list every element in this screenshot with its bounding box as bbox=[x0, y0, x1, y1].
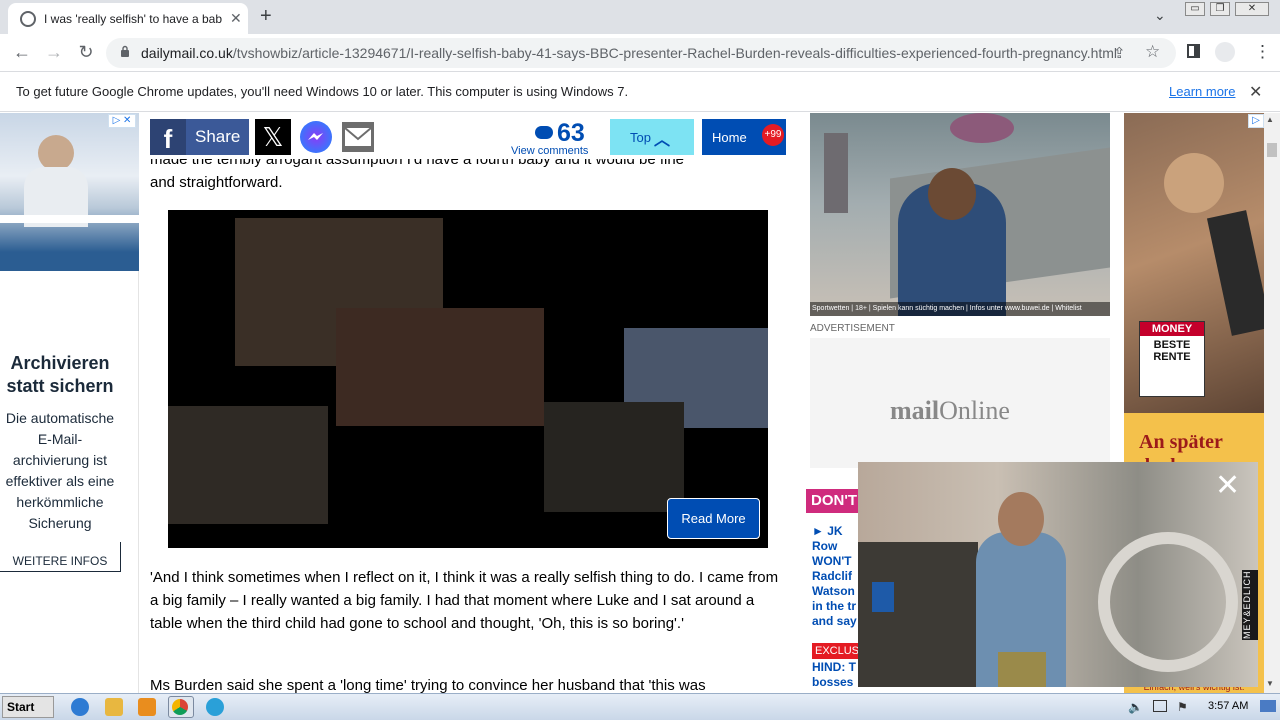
home-label[interactable]: Home bbox=[712, 130, 747, 145]
url-host: dailymail.co.uk bbox=[141, 45, 233, 61]
share-icon[interactable]: ⇪ bbox=[1113, 44, 1126, 62]
facebook-icon[interactable]: f bbox=[150, 119, 186, 155]
ie-icon[interactable] bbox=[71, 698, 89, 716]
learn-more-link[interactable]: Learn more bbox=[1169, 84, 1235, 99]
start-button[interactable]: Start bbox=[2, 696, 54, 718]
back-button[interactable]: ← bbox=[10, 42, 34, 63]
share-label[interactable]: Share bbox=[195, 127, 240, 147]
edge-icon[interactable] bbox=[206, 698, 224, 716]
street-advert-image[interactable] bbox=[810, 113, 1110, 316]
comment-icon[interactable] bbox=[535, 126, 553, 139]
star-icon[interactable]: ☆ bbox=[1145, 42, 1160, 62]
tab-close-icon[interactable]: ✕ bbox=[230, 10, 242, 27]
article-line-2: and straightforward. bbox=[150, 174, 283, 191]
explorer-icon[interactable] bbox=[105, 698, 123, 716]
article-paragraph: 'And I think sometimes when I reflect on… bbox=[150, 569, 779, 632]
video-thumb-man bbox=[544, 402, 684, 512]
tab-search-icon[interactable]: ⌄ bbox=[1154, 7, 1166, 24]
maximize-button[interactable]: ❐ bbox=[1210, 2, 1230, 16]
minimize-button[interactable]: ▭ bbox=[1185, 2, 1205, 16]
video-thumb-meeting bbox=[168, 406, 328, 524]
globe-icon bbox=[20, 11, 36, 27]
exclusive-badge: EXCLUS bbox=[812, 643, 858, 659]
dont-miss-story-link[interactable]: HIND: T bosses bbox=[812, 660, 860, 692]
scrollbar-thumb[interactable] bbox=[1267, 143, 1277, 157]
new-tab-button[interactable]: + bbox=[260, 5, 272, 28]
article-line-1: made the terribly arrogant assumption I'… bbox=[150, 159, 685, 168]
network-icon[interactable] bbox=[1153, 700, 1167, 712]
infobar-close-icon[interactable]: ✕ bbox=[1249, 82, 1262, 102]
close-ad-icon[interactable]: ✕ bbox=[1215, 468, 1240, 503]
messenger-icon[interactable] bbox=[300, 121, 332, 153]
tab-title: I was 'really selfish' to have a baby at… bbox=[44, 12, 222, 26]
adchoices-icon[interactable]: ▷ bbox=[1248, 114, 1264, 128]
menu-icon[interactable]: ⋮ bbox=[1254, 42, 1271, 62]
dont-miss-story-link[interactable]: ► JK Row WON'T Radclif Watson in the tr … bbox=[812, 524, 860, 630]
left-advert-image[interactable] bbox=[0, 113, 139, 271]
infobar-text: To get future Google Chrome updates, you… bbox=[16, 84, 629, 99]
video-thumb-food bbox=[336, 308, 544, 426]
forward-button[interactable]: → bbox=[42, 42, 66, 63]
adchoices-icon[interactable]: ▷ ✕ bbox=[108, 114, 136, 128]
x-share-icon[interactable]: 𝕏 bbox=[255, 119, 291, 155]
comment-count[interactable]: 63 bbox=[557, 119, 585, 148]
money-title: MONEY bbox=[1140, 322, 1204, 336]
browser-tab[interactable]: I was 'really selfish' to have a baby at… bbox=[8, 3, 248, 34]
chevron-up-icon[interactable]: ︿ bbox=[654, 126, 670, 150]
floating-video-ad[interactable] bbox=[858, 462, 1258, 687]
show-desktop-button[interactable] bbox=[1260, 700, 1276, 712]
view-comments-link[interactable]: View comments bbox=[511, 145, 588, 157]
dont-miss-header: DON'T bbox=[806, 489, 858, 513]
email-share-icon[interactable] bbox=[342, 122, 374, 152]
reload-button[interactable]: ↻ bbox=[74, 42, 98, 63]
money-subtitle: BESTE RENTE bbox=[1153, 339, 1191, 363]
ad-brand-label: MEY&EDLICH bbox=[1242, 570, 1258, 640]
volume-icon[interactable]: 🔈 bbox=[1128, 700, 1143, 714]
clock[interactable]: 3:57 AM bbox=[1208, 700, 1248, 712]
home-badge: +99 bbox=[762, 124, 784, 146]
scroll-up-arrow-icon[interactable]: ▲ bbox=[1266, 115, 1274, 124]
top-button[interactable] bbox=[610, 119, 694, 155]
left-ad-text: Die automatische E-Mail-archivierung ist… bbox=[5, 410, 115, 531]
close-window-button[interactable]: ✕ bbox=[1235, 2, 1269, 16]
weitere-infos-button[interactable]: WEITERE INFOS bbox=[0, 542, 121, 572]
scroll-down-arrow-icon[interactable]: ▼ bbox=[1266, 679, 1274, 688]
lock-icon[interactable] bbox=[120, 45, 130, 57]
vertical-scrollbar[interactable] bbox=[1264, 113, 1280, 693]
sidepanel-icon[interactable] bbox=[1187, 44, 1200, 58]
chrome-icon bbox=[172, 699, 188, 715]
flag-icon[interactable]: ⚑ bbox=[1177, 700, 1188, 714]
ad-disclaimer: Sportwetten | 18+ | Spielen kann süchtig… bbox=[810, 302, 1110, 316]
url-path: /tvshowbiz/article-13294671/I-really-sel… bbox=[232, 45, 1118, 61]
top-label[interactable]: Top bbox=[630, 130, 651, 145]
media-player-icon[interactable] bbox=[138, 698, 156, 716]
mailonline-logo: mailOnline bbox=[890, 396, 1010, 425]
read-more-button[interactable]: Read More bbox=[667, 498, 760, 539]
article-text-clipped: made the terribly arrogant assumption I'… bbox=[150, 159, 790, 173]
url-text[interactable]: dailymail.co.uk/tvshowbiz/article-132946… bbox=[141, 45, 1117, 61]
profile-icon[interactable] bbox=[1215, 42, 1235, 62]
advertisement-label: ADVERTISEMENT bbox=[810, 323, 895, 334]
left-ad-heading: Archivieren statt sichern bbox=[6, 353, 114, 396]
